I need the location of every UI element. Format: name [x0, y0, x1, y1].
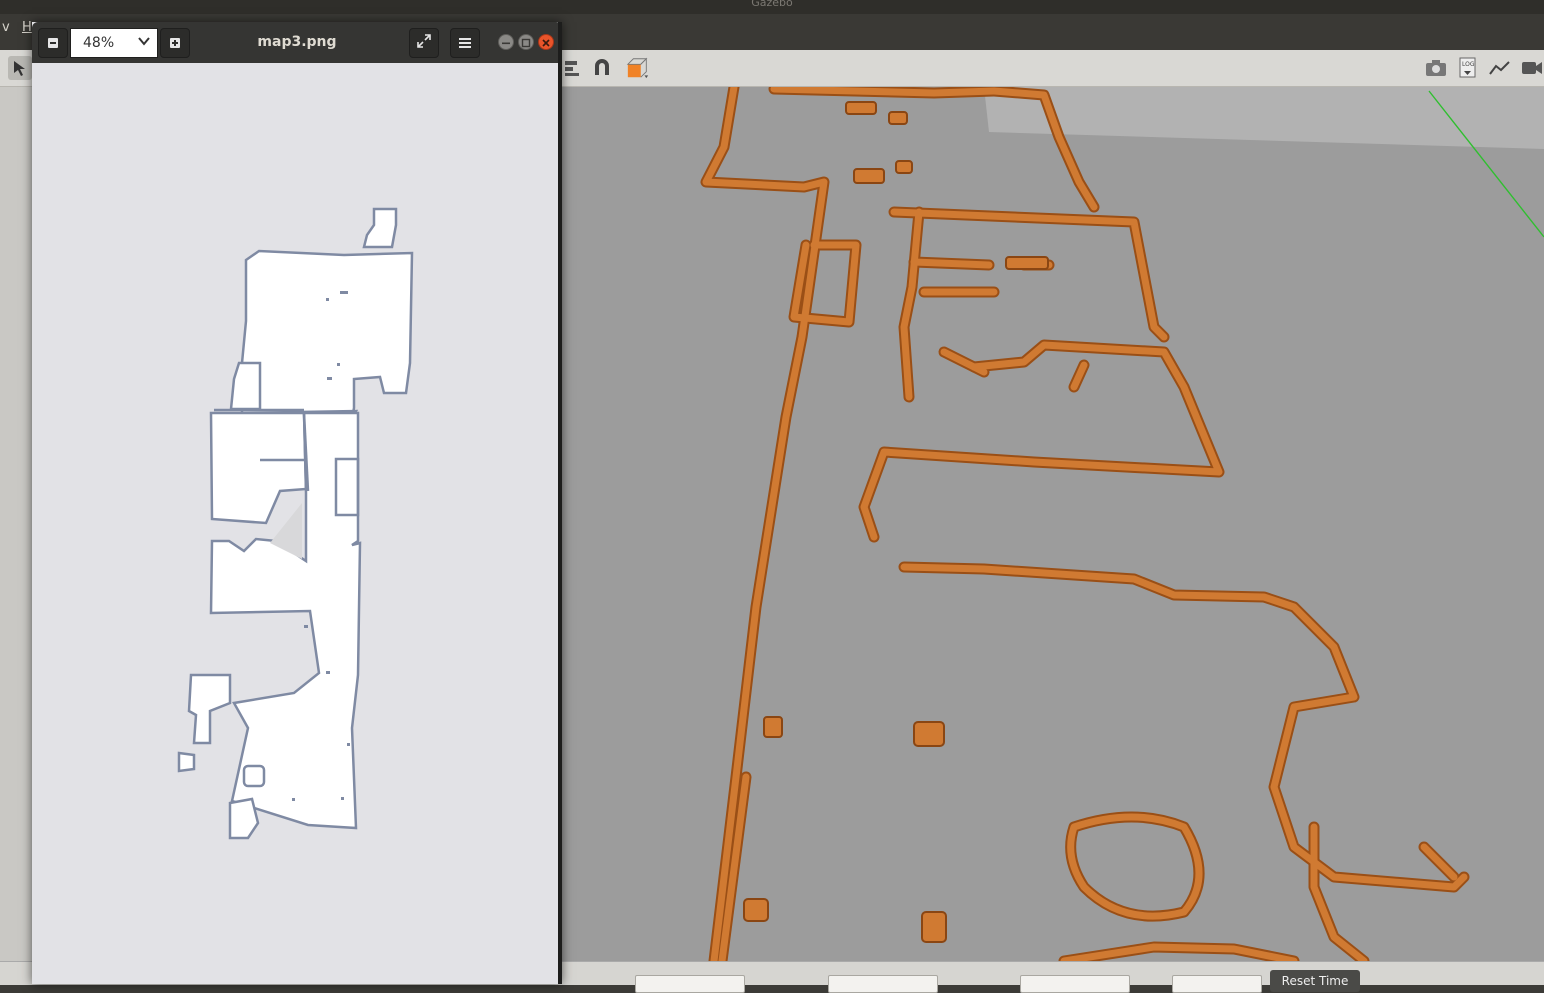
plot-icon[interactable] [1488, 56, 1512, 80]
real-time-field [828, 975, 938, 993]
maximize-window-button[interactable] [518, 34, 534, 50]
image-viewer-headerbar: 48% map3.png [32, 22, 562, 63]
gazebo-left-panel[interactable] [0, 87, 34, 961]
zoom-level-value: 48% [83, 35, 115, 51]
sim-time-field [635, 975, 745, 993]
svg-text:LOG: LOG [1462, 61, 1475, 68]
zoom-level-select[interactable]: 48% [70, 28, 158, 58]
iterations-field [1020, 975, 1130, 993]
video-record-icon[interactable] [1520, 56, 1544, 80]
color-cube-icon[interactable] [626, 56, 650, 80]
fullscreen-icon [416, 33, 432, 53]
align-icon[interactable] [560, 56, 584, 80]
screenshot-icon[interactable] [1424, 56, 1448, 80]
window-title: map3.png [257, 34, 337, 50]
gazebo-window-title: Gazebo [751, 0, 793, 9]
reset-time-button[interactable]: Reset Time [1270, 970, 1360, 992]
close-window-button[interactable] [538, 34, 554, 50]
menu-help[interactable]: H [22, 20, 32, 35]
minimize-window-button[interactable] [498, 34, 514, 50]
menu-button[interactable] [450, 28, 480, 58]
fps-field [1172, 975, 1262, 993]
occupancy-map-image [177, 207, 414, 840]
gazebo-window-titlebar: Gazebo [0, 0, 1544, 14]
zoom-in-button[interactable] [160, 28, 190, 58]
hamburger-menu-icon [458, 34, 472, 53]
fullscreen-button[interactable] [409, 28, 439, 58]
close-icon [539, 35, 553, 54]
image-canvas[interactable] [34, 63, 558, 982]
menu-view[interactable]: v [2, 20, 10, 35]
magnet-icon[interactable] [590, 56, 614, 80]
select-arrow-icon[interactable] [8, 56, 32, 80]
viewer-window-border [558, 22, 562, 984]
log-icon[interactable]: LOG [1456, 56, 1480, 80]
zoom-out-button[interactable] [38, 28, 68, 58]
chevron-down-icon [137, 34, 151, 52]
image-viewer-window: 48% map3.png [32, 22, 562, 984]
